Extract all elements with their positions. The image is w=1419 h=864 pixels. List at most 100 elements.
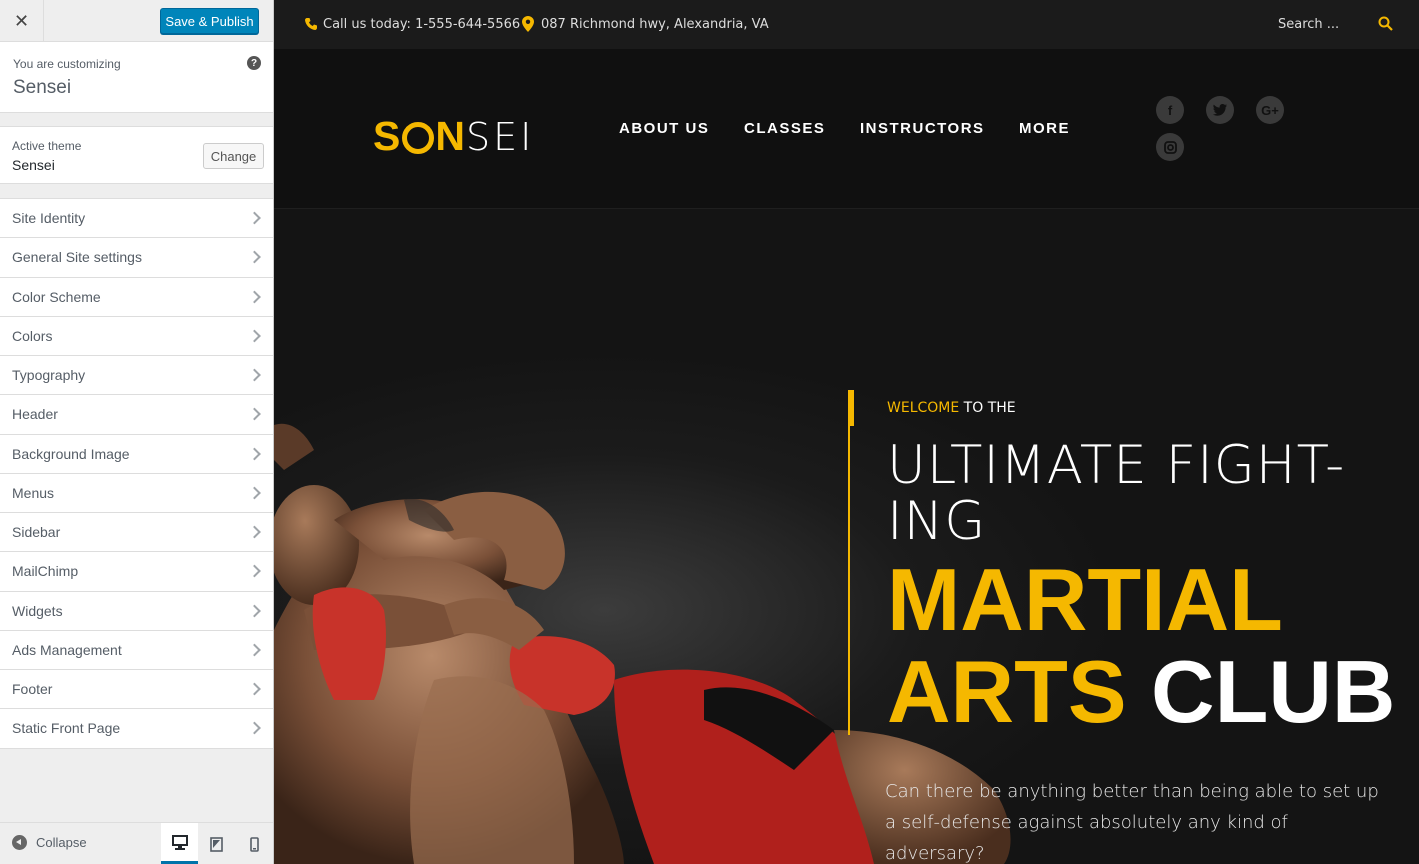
help-icon[interactable]: ? xyxy=(247,56,261,70)
chevron-right-icon xyxy=(248,447,261,460)
section-item[interactable]: Colors xyxy=(0,316,273,356)
section-label: Colors xyxy=(12,327,53,344)
collapse-label: Collapse xyxy=(36,835,87,850)
logo-part3: SEI xyxy=(465,114,535,159)
hero-accent-line xyxy=(848,426,850,735)
close-icon: ✕ xyxy=(13,10,30,31)
section-item[interactable]: Footer xyxy=(0,670,273,710)
chevron-right-icon xyxy=(248,604,261,617)
section-item[interactable]: Static Front Page xyxy=(0,709,273,749)
collapse-button[interactable]: Collapse xyxy=(12,835,87,850)
chevron-right-icon xyxy=(248,290,261,303)
chevron-right-icon xyxy=(248,565,261,578)
welcome-highlight: WELCOME xyxy=(887,400,960,416)
preview-mobile-button[interactable] xyxy=(236,823,273,864)
chevron-right-icon xyxy=(248,251,261,264)
site-header: S N SEI ABOUT US CLASSES INSTRUCTORS MOR… xyxy=(274,49,1419,209)
customizer-info: You are customizing Sensei ? xyxy=(0,42,273,113)
search-icon[interactable] xyxy=(1378,16,1393,31)
save-publish-button[interactable]: Save & Publish xyxy=(160,8,259,34)
section-item[interactable]: General Site settings xyxy=(0,238,273,278)
section-label: Sidebar xyxy=(12,524,61,541)
section-label: Widgets xyxy=(12,602,63,619)
section-label: Site Identity xyxy=(12,210,86,227)
desktop-icon xyxy=(171,834,188,850)
section-item[interactable]: Background Image xyxy=(0,434,273,474)
site-preview: Call us today: 1-555-644-5566 087 Richmo… xyxy=(274,0,1419,864)
active-theme-name: Sensei xyxy=(12,157,55,173)
section-item[interactable]: Typography xyxy=(0,356,273,396)
chevron-right-icon xyxy=(248,682,261,696)
nav-instructors[interactable]: INSTRUCTORS xyxy=(860,120,985,137)
section-item[interactable]: Color Scheme xyxy=(0,277,273,317)
facebook-icon[interactable]: f xyxy=(1156,96,1184,124)
hero-title-line2: MARTIAL xyxy=(887,550,1283,649)
welcome-rest: TO THE xyxy=(959,400,1016,416)
chevron-right-icon xyxy=(248,486,261,500)
site-search-input[interactable] xyxy=(1278,13,1388,35)
section-label: Background Image xyxy=(12,445,130,462)
google-plus-icon[interactable]: G+ xyxy=(1256,96,1284,124)
active-theme-panel: Active theme Sensei Change xyxy=(0,126,273,184)
section-label: Static Front Page xyxy=(12,720,121,737)
section-item[interactable]: Ads Management xyxy=(0,630,273,670)
preview-desktop-button[interactable] xyxy=(161,823,198,864)
section-item[interactable]: Widgets xyxy=(0,591,273,631)
hero-title-arts: ARTS xyxy=(887,642,1127,741)
preview-tablet-button[interactable] xyxy=(198,823,235,864)
tablet-icon xyxy=(210,836,223,852)
phone-text: Call us today: 1-555-644-5566 xyxy=(323,17,521,32)
address-text: 087 Richmond hwy, Alexandria, VA xyxy=(541,17,769,32)
site-logo[interactable]: S N SEI xyxy=(373,113,534,160)
site-topbar: Call us today: 1-555-644-5566 087 Richmo… xyxy=(274,0,1419,49)
location-pin-icon xyxy=(522,16,534,32)
mobile-icon xyxy=(250,836,259,852)
customizer-footer: Collapse xyxy=(0,822,273,864)
section-item[interactable]: Header xyxy=(0,395,273,435)
nav-classes[interactable]: CLASSES xyxy=(744,120,825,137)
dragon-logo-icon xyxy=(402,121,435,154)
logo-part2: N xyxy=(435,113,466,159)
hero-welcome: WELCOME TO THE xyxy=(887,400,1016,416)
section-label: Ads Management xyxy=(12,641,122,658)
section-label: Color Scheme xyxy=(12,288,101,305)
section-item[interactable]: Site Identity xyxy=(0,199,273,239)
chevron-right-icon xyxy=(248,211,261,225)
nav-more[interactable]: MORE xyxy=(1019,120,1070,137)
hero-title-club: CLUB xyxy=(1126,642,1396,741)
section-label: MailChimp xyxy=(12,563,79,580)
collapse-icon xyxy=(12,835,27,850)
customizer-sections: Site Identity General Site settings Color … xyxy=(0,198,273,749)
instagram-icon[interactable] xyxy=(1156,133,1184,161)
hero-description: Can there be anything better than being … xyxy=(885,781,1379,864)
customizing-title: Sensei xyxy=(13,77,72,98)
change-theme-button[interactable]: Change xyxy=(203,143,264,169)
logo-part1: S xyxy=(373,113,402,159)
close-button[interactable]: ✕ xyxy=(0,0,44,42)
chevron-right-icon xyxy=(248,643,261,657)
chevron-right-icon xyxy=(248,368,261,382)
customizer-header: ✕ Save & Publish xyxy=(0,0,273,42)
hero-accent-bar xyxy=(848,390,854,735)
chevron-right-icon xyxy=(248,329,261,343)
section-label: General Site settings xyxy=(12,249,142,266)
active-theme-label: Active theme xyxy=(12,139,82,153)
section-label: Footer xyxy=(12,681,53,698)
section-label: Menus xyxy=(12,484,55,501)
section-label: Typography xyxy=(12,367,86,384)
nav-about-us[interactable]: ABOUT US xyxy=(619,120,709,137)
section-item[interactable]: Sidebar xyxy=(0,513,273,553)
customizer-sidebar: ✕ Save & Publish You are customizing Sen… xyxy=(0,0,274,864)
chevron-right-icon xyxy=(248,722,261,735)
hero-section: WELCOME TO THE ULTIMATE FIGHT-ING MARTIA… xyxy=(274,210,1419,864)
chevron-right-icon xyxy=(248,408,261,421)
section-item[interactable]: Menus xyxy=(0,473,273,513)
twitter-icon[interactable] xyxy=(1206,96,1234,124)
chevron-right-icon xyxy=(248,525,261,539)
customizing-label: You are customizing xyxy=(13,57,121,71)
section-label: Header xyxy=(12,406,58,423)
hero-title-line1: ULTIMATE FIGHT-ING xyxy=(887,435,1346,552)
phone-icon xyxy=(305,18,317,30)
section-item[interactable]: MailChimp xyxy=(0,552,273,592)
hero-title-line3: ARTS CLUB xyxy=(887,647,1395,737)
